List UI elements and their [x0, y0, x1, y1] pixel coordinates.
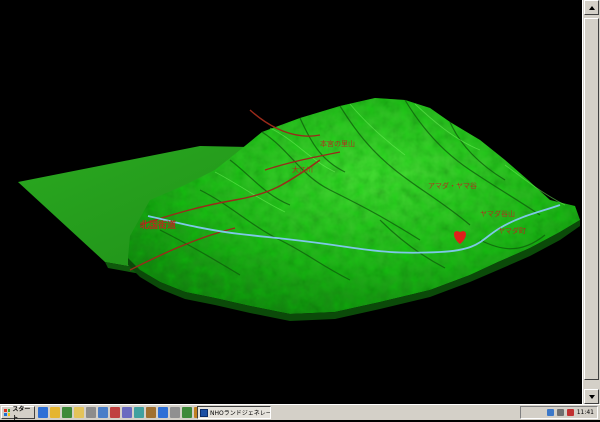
volume-icon[interactable]: [556, 409, 564, 416]
clock[interactable]: 11:41: [577, 409, 594, 416]
start-button[interactable]: スタート: [1, 405, 35, 422]
windows-logo-icon: [4, 409, 11, 416]
app-icon[interactable]: [110, 407, 120, 418]
desktop-icon[interactable]: [62, 407, 72, 418]
scroll-thumb[interactable]: [584, 18, 599, 380]
quick-launch-bar: [38, 407, 204, 418]
vertical-scrollbar[interactable]: [582, 0, 600, 404]
app-icon[interactable]: [86, 407, 96, 418]
3d-terrain-viewport[interactable]: 北国街道 大江川 本宮の里山 アマダ・ヤマ谷 ヤマダ谷山 ヤマダ町: [0, 0, 600, 404]
scroll-up-button[interactable]: [584, 0, 599, 15]
terrain-texture: [128, 98, 580, 314]
scroll-down-button[interactable]: [584, 389, 599, 404]
app-icon[interactable]: [170, 407, 180, 418]
app-window-icon: [200, 408, 208, 417]
app-icon[interactable]: [182, 407, 192, 418]
app-icon[interactable]: [134, 407, 144, 418]
folder-icon[interactable]: [74, 407, 84, 418]
app-icon[interactable]: [122, 407, 132, 418]
taskbar: スタート NHOランドジェネレータ-[... 11:41: [0, 404, 600, 422]
task-button-landgenerator[interactable]: NHOランドジェネレータ-[...: [197, 406, 271, 419]
system-tray: 11:41: [520, 406, 598, 419]
ime-icon[interactable]: [566, 409, 574, 416]
start-label: スタート: [12, 405, 31, 422]
task-button-label: NHOランドジェネレータ-[...: [210, 410, 270, 417]
app-icon[interactable]: [146, 407, 156, 418]
app-icon[interactable]: [98, 407, 108, 418]
network-icon[interactable]: [546, 409, 554, 416]
app-icon[interactable]: [158, 407, 168, 418]
ie-icon[interactable]: [38, 407, 48, 418]
outlook-icon[interactable]: [50, 407, 60, 418]
terrain-render: [18, 98, 580, 321]
